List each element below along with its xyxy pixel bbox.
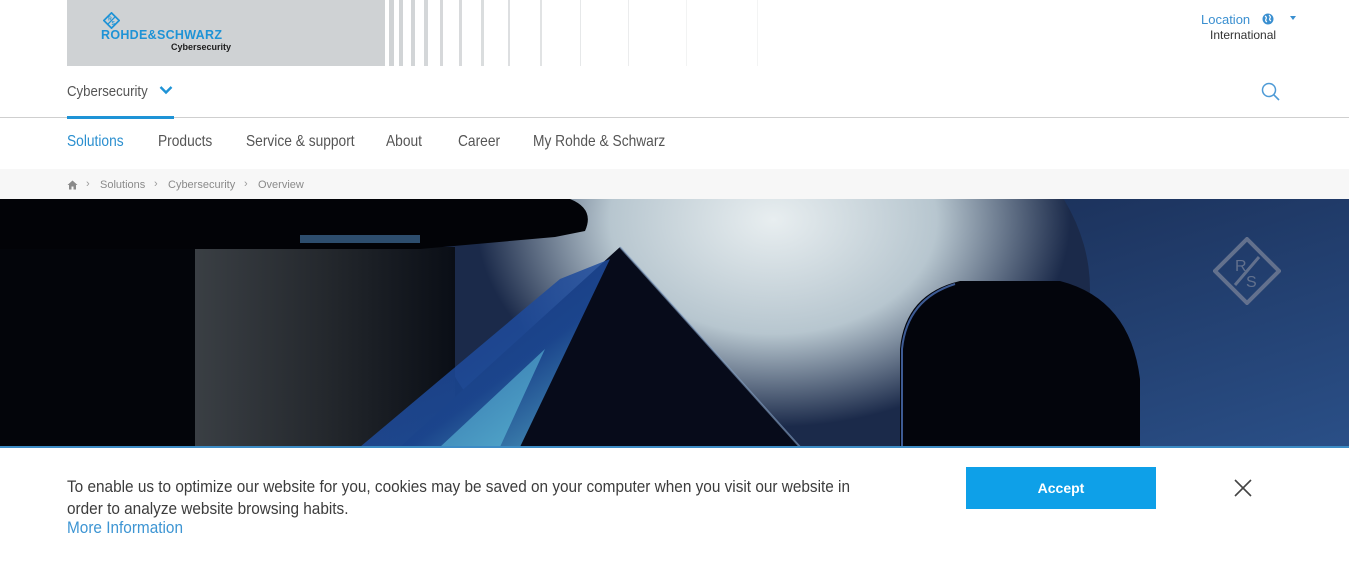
location-label: Location (1201, 12, 1251, 27)
globe-icon (1262, 13, 1274, 25)
more-information-link[interactable]: More Information (67, 519, 183, 538)
brand-stripe (579, 0, 582, 66)
hero-image (0, 199, 1349, 447)
brand-stripe (627, 0, 629, 66)
brand-stripe (389, 0, 394, 66)
brand-stripe (380, 0, 385, 66)
main-nav: Solutions Products Service & support Abo… (0, 119, 1349, 169)
chevron-down-icon (159, 86, 173, 95)
close-icon[interactable] (1233, 478, 1253, 498)
brand-stripe (540, 0, 543, 66)
brand-stripe (686, 0, 688, 66)
breadcrumb: › Solutions › Cybersecurity › Overview (0, 169, 1349, 199)
search-icon[interactable] (1259, 80, 1283, 104)
nav-item-service-support[interactable]: Service & support (246, 133, 355, 151)
rs-logo-icon: R S (103, 12, 120, 29)
breadcrumb-overview: Overview (258, 179, 304, 191)
nav-item-about[interactable]: About (386, 133, 422, 151)
cookie-banner: To enable us to optimize our website for… (0, 448, 1349, 569)
home-icon[interactable] (67, 180, 78, 190)
brand-strip: R S ROHDE&SCHWARZ Cybersecurity Location… (0, 0, 1349, 66)
nav-item-products[interactable]: Products (158, 133, 212, 151)
svg-text:R: R (1235, 258, 1247, 275)
section-label: Cybersecurity (67, 83, 148, 100)
breadcrumb-separator: › (244, 178, 248, 190)
nav-item-solutions[interactable]: Solutions (67, 133, 124, 151)
accept-cookies-button[interactable]: Accept (966, 467, 1156, 509)
caret-down-icon (1290, 16, 1296, 20)
location-selector[interactable]: Location International (1200, 11, 1310, 47)
section-bar: Cybersecurity (0, 66, 1349, 119)
breadcrumb-solutions[interactable]: Solutions (100, 179, 145, 191)
brand-stripe (757, 0, 759, 66)
brand-stripe (480, 0, 484, 66)
section-dropdown[interactable]: Cybersecurity (67, 66, 174, 119)
brand-stripe (424, 0, 428, 66)
rs-watermark-icon: R S (1213, 237, 1281, 305)
brand-stripe (410, 0, 415, 66)
brand-stripe (399, 0, 404, 66)
location-value: International (1210, 28, 1277, 42)
hero-illustration (0, 199, 1349, 447)
logo-subtitle: Cybersecurity (171, 42, 232, 52)
nav-item-career[interactable]: Career (458, 133, 500, 151)
logo[interactable]: R S ROHDE&SCHWARZ Cybersecurity (101, 12, 241, 54)
nav-item-my-rohde-schwarz[interactable]: My Rohde & Schwarz (533, 133, 665, 151)
brand-stripe (458, 0, 462, 66)
logo-wordmark: ROHDE&SCHWARZ (101, 28, 223, 42)
svg-text:S: S (112, 21, 116, 27)
brand-stripes-decoration (380, 0, 800, 66)
brand-stripe (439, 0, 444, 66)
svg-text:S: S (1246, 274, 1257, 291)
cookie-message: To enable us to optimize our website for… (67, 478, 851, 518)
breadcrumb-cybersecurity[interactable]: Cybersecurity (168, 179, 235, 191)
brand-stripe (507, 0, 511, 66)
breadcrumb-separator: › (86, 178, 90, 190)
breadcrumb-separator: › (154, 178, 158, 190)
